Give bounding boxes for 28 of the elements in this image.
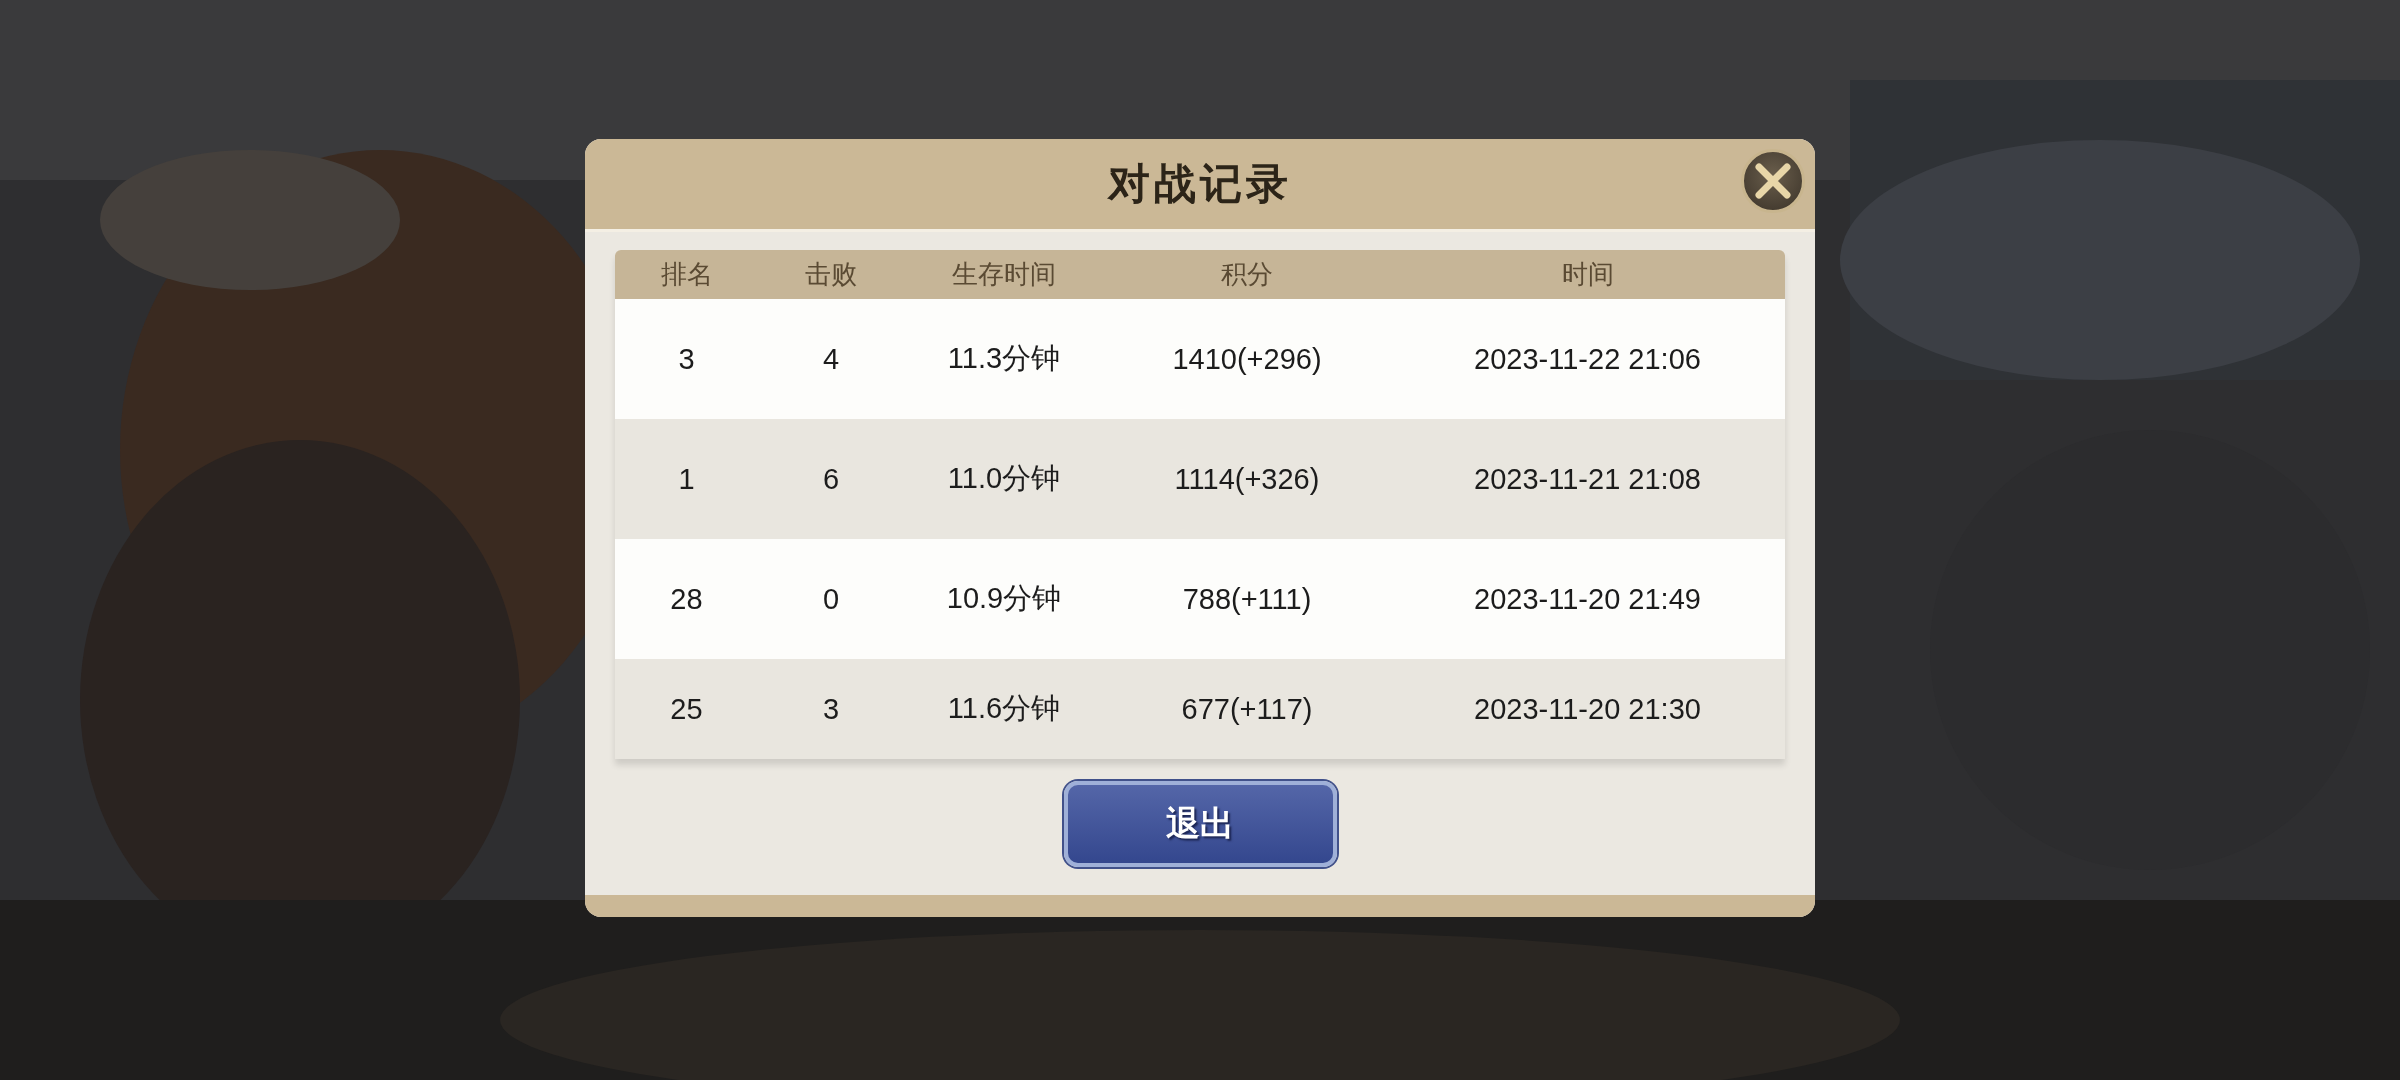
table-cell: 1: [678, 462, 695, 496]
dialog-title: 对战记录: [1108, 158, 1292, 210]
table-cell: 0: [822, 582, 840, 616]
column-header: 积分: [1221, 258, 1273, 291]
table-cell: 2023-11-22 21:06: [1474, 342, 1701, 376]
table-cell: 1114(+326): [1174, 462, 1320, 496]
table-cell: 1410(+296): [1172, 342, 1322, 376]
close-icon: [1753, 161, 1793, 201]
table-cell: 28: [670, 582, 703, 616]
table-cell: 2023-11-20 21:30: [1474, 692, 1701, 726]
table-cell: 2023-11-20 21:49: [1474, 582, 1701, 616]
table-cell: 6: [822, 462, 840, 496]
table-cell: 788(+111): [1182, 582, 1312, 616]
table-cell-text: 11.0分钟: [947, 461, 1061, 496]
column-header: 时间: [1561, 258, 1614, 291]
table-cell: 677(+117): [1181, 692, 1313, 726]
table-cell-text: 11.6分钟: [947, 691, 1061, 726]
table-cell-text: 11.3分钟: [947, 341, 1061, 376]
table-cell: 2023-11-21 21:08: [1474, 462, 1701, 496]
column-header: 排名: [660, 258, 713, 291]
column-header: 生存时间: [952, 258, 1056, 291]
table-cell: 4: [822, 342, 840, 376]
table-cell: 25: [670, 692, 703, 726]
table-cell-text: 10.9分钟: [946, 581, 1062, 616]
exit-button[interactable]: 退出: [1063, 781, 1337, 867]
table-cell: 3: [678, 342, 695, 376]
table-cell: 3: [822, 692, 840, 726]
column-header: 击败: [805, 258, 857, 291]
